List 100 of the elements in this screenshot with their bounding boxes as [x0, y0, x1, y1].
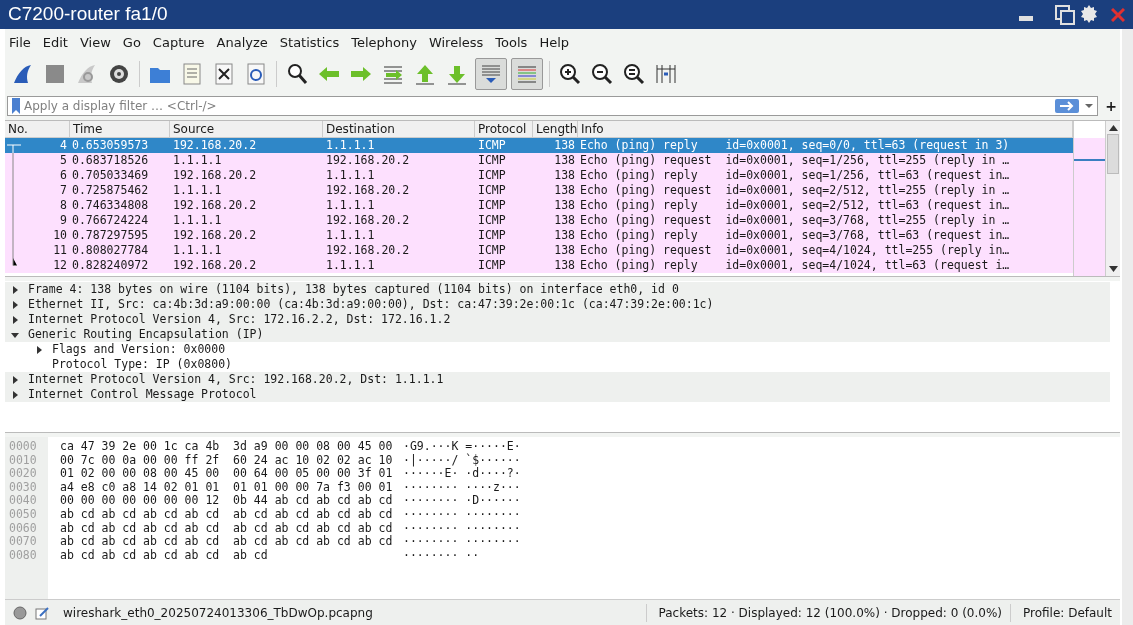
search-icon[interactable] — [286, 63, 308, 85]
table-cell-text: 1.1.1.1 — [172, 153, 223, 168]
table-cell-text: 192.168.20.2 — [325, 243, 411, 258]
column-header[interactable]: Destination — [323, 121, 475, 137]
profile-label[interactable]: Profile: Default — [1010, 603, 1112, 622]
table-cell-text: 0.725875462 — [71, 183, 150, 198]
packet-row[interactable]: 12 0.828240972 192.168.20.2 1.1.1.1 ICMP 138 Echo (ping) reply id=0x0001, seq=4/1024, ttl=63 (request i… — [5, 258, 1073, 273]
hex-bytes: 01 02 00 00 08 00 45 00 00 64 00 05 00 00 3f 01 — [60, 467, 394, 481]
table-cell-text: 138 — [553, 168, 576, 183]
menu-item[interactable]: Capture — [152, 33, 205, 53]
hex-bytes: 00 00 00 00 00 00 00 12 0b 44 ab cd ab cd ab cd — [60, 494, 394, 508]
table-cell-text: 0.828240972 — [71, 258, 150, 273]
collapsed-caret-icon[interactable] — [35, 345, 43, 354]
column-header[interactable]: Source — [170, 121, 323, 137]
table-cell-text: 11 — [52, 243, 68, 258]
arrow-up-icon[interactable] — [414, 63, 436, 85]
expanded-caret-icon[interactable] — [11, 330, 19, 339]
menu-item[interactable]: Go — [122, 33, 141, 53]
packet-row[interactable]: 8 0.746334808 192.168.20.2 1.1.1.1 ICMP 138 Echo (ping) reply id=0x0001, seq=2/512, ttl=63 (request in… — [5, 198, 1073, 213]
table-cell-text: 1.1.1.1 — [325, 138, 376, 153]
restore-icon[interactable] — [1055, 4, 1075, 25]
collapsed-caret-icon[interactable] — [11, 285, 19, 294]
close-file-icon[interactable] — [213, 63, 235, 85]
auto-scroll-icon[interactable] — [480, 63, 502, 85]
menu-item[interactable]: Analyze — [216, 33, 268, 53]
stop-square-icon[interactable] — [44, 63, 66, 85]
column-header[interactable]: Protocol — [475, 121, 533, 137]
edit-comment-icon[interactable] — [35, 605, 49, 620]
ascii-bytes: ········ ········ — [403, 507, 521, 522]
column-header[interactable]: Length — [533, 121, 578, 137]
ascii-bytes: ········ ····z··· — [403, 480, 521, 495]
column-header[interactable]: Time — [70, 121, 170, 137]
packet-row[interactable]: 9 0.766724224 1.1.1.1 192.168.20.2 ICMP 138 Echo (ping) request id=0x0001, seq=3/768, ttl=255 (reply in … — [5, 213, 1073, 228]
table-cell-text: Echo (ping) reply id=0x0001, seq=3/768, ttl=63 (request in… — [579, 228, 1011, 243]
packet-row[interactable]: 6 0.705033469 192.168.20.2 1.1.1.1 ICMP 138 Echo (ping) reply id=0x0001, seq=1/256, ttl=63 (request in… — [5, 168, 1073, 183]
arrow-down-icon[interactable] — [446, 63, 468, 85]
table-cell-text: 192.168.20.2 — [172, 258, 258, 273]
shark-fin-icon[interactable] — [12, 63, 34, 85]
packet-row[interactable]: 11 0.808027784 1.1.1.1 192.168.20.2 ICMP 138 Echo (ping) request id=0x0001, seq=4/1024, ttl=255 (reply in… — [5, 243, 1073, 258]
table-cell-text: 1.1.1.1 — [172, 213, 223, 228]
collapsed-caret-icon[interactable] — [11, 300, 19, 309]
menu-item[interactable]: Help — [539, 33, 569, 53]
table-cell-text: 192.168.20.2 — [172, 138, 258, 153]
tree-item[interactable]: Protocol Type: IP (0x0800) — [52, 357, 232, 372]
packet-row[interactable]: 4 0.653059573 192.168.20.2 1.1.1.1 ICMP 138 Echo (ping) reply id=0x0001, seq=0/0, ttl=63 (request in 3) — [5, 138, 1073, 153]
collapsed-caret-icon[interactable] — [11, 315, 19, 324]
packet-row[interactable]: 5 0.683718526 1.1.1.1 192.168.20.2 ICMP 138 Echo (ping) request id=0x0001, seq=1/256, ttl=255 (reply in … — [5, 153, 1073, 168]
vertical-scrollbar[interactable] — [1105, 121, 1120, 276]
table-cell-text: 192.168.20.2 — [172, 228, 258, 243]
gear-icon[interactable] — [1079, 4, 1099, 25]
table-cell-text: Echo (ping) reply id=0x0001, seq=2/512, ttl=63 (request in… — [579, 198, 1011, 213]
table-cell-text: 1.1.1.1 — [325, 198, 376, 213]
reload-file-icon[interactable] — [245, 63, 267, 85]
column-header[interactable]: Info — [578, 121, 1073, 137]
status-circle-icon[interactable] — [13, 605, 27, 620]
menu-item[interactable]: View — [79, 33, 111, 53]
scroll-down-icon[interactable] — [1108, 266, 1118, 272]
collapsed-caret-icon[interactable] — [11, 375, 19, 384]
table-cell-text: ICMP — [477, 153, 507, 168]
settings-icon[interactable] — [108, 63, 130, 85]
zoom-reset-icon[interactable] — [623, 63, 645, 85]
table-cell-text: 138 — [553, 228, 576, 243]
menu-item[interactable]: Edit — [42, 33, 68, 53]
colorize-icon[interactable] — [516, 63, 538, 85]
hex-bytes: ca 47 39 2e 00 1c ca 4b 3d a9 00 00 08 00 45 00 — [60, 440, 394, 454]
byte-offset: 0050 — [9, 507, 38, 522]
menu-item[interactable]: Statistics — [279, 33, 340, 53]
go-to-packet-icon[interactable] — [382, 63, 404, 85]
table-cell-text: ICMP — [477, 198, 507, 213]
zoom-in-icon[interactable] — [559, 63, 581, 85]
menu-item[interactable]: Wireless — [428, 33, 484, 53]
add-filter-button[interactable]: + — [1104, 95, 1118, 117]
table-cell-text: ICMP — [477, 183, 507, 198]
byte-offset: 0040 — [9, 494, 38, 508]
table-cell-text: 1.1.1.1 — [172, 243, 223, 258]
packet-row[interactable]: 7 0.725875462 1.1.1.1 192.168.20.2 ICMP 138 Echo (ping) request id=0x0001, seq=2/512, ttl=255 (reply in … — [5, 183, 1073, 198]
scrollbar-thumb[interactable] — [1107, 134, 1119, 174]
table-cell-text: Echo (ping) request id=0x0001, seq=2/512, ttl=255 (reply in … — [579, 183, 1011, 198]
column-header[interactable]: No. — [5, 121, 70, 137]
table-cell-text: 0.705033469 — [71, 168, 150, 183]
arrow-right-icon[interactable] — [1055, 99, 1079, 113]
byte-offset: 0020 — [9, 467, 38, 481]
zoom-out-icon[interactable] — [591, 63, 613, 85]
tree-item[interactable]: Flags and Version: 0x0000 — [52, 342, 226, 357]
table-cell-text: 1.1.1.1 — [325, 258, 376, 273]
ascii-bytes: ·G9.···K =·····E· — [403, 440, 521, 453]
table-cell-text: ICMP — [477, 258, 507, 273]
resize-columns-icon[interactable] — [655, 63, 677, 85]
ascii-bytes: ········ ········ — [403, 521, 521, 536]
table-cell-text: 138 — [553, 183, 576, 198]
minimize-icon[interactable] — [1019, 15, 1033, 22]
packet-row[interactable]: 10 0.787297595 192.168.20.2 1.1.1.1 ICMP 138 Echo (ping) reply id=0x0001, seq=3/768, ttl=63 (request in… — [5, 228, 1073, 243]
dropdown-caret-icon[interactable] — [1084, 103, 1094, 109]
scroll-up-icon[interactable] — [1108, 125, 1118, 131]
menu-item[interactable]: Tools — [495, 33, 528, 53]
table-cell-text: 9 — [59, 213, 68, 228]
menu-item[interactable]: Telephony — [351, 33, 417, 53]
menu-item[interactable]: File — [9, 33, 31, 53]
collapsed-caret-icon[interactable] — [11, 390, 19, 399]
table-cell-text: ICMP — [477, 138, 507, 153]
